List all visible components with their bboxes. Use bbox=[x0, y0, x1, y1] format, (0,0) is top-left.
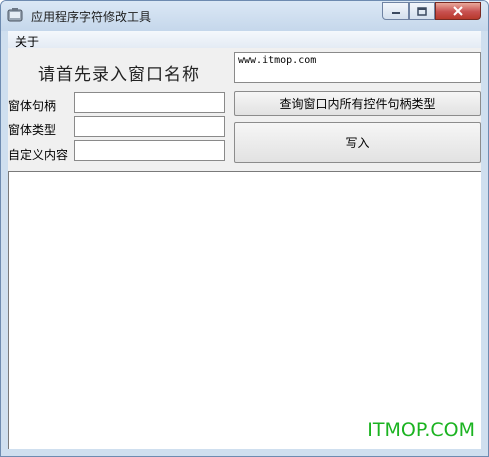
site-watermark: ITMOP.COM bbox=[367, 419, 475, 441]
query-controls-button[interactable]: 查询窗口内所有控件句柄类型 bbox=[234, 91, 481, 116]
write-button[interactable]: 写入 bbox=[234, 122, 481, 163]
maximize-button[interactable] bbox=[409, 2, 435, 20]
minimize-button[interactable] bbox=[382, 2, 409, 20]
app-icon bbox=[7, 8, 23, 22]
handle-label: 窗体句柄 bbox=[8, 99, 57, 113]
close-button[interactable] bbox=[435, 2, 481, 20]
custom-content-input[interactable] bbox=[74, 140, 225, 161]
instruction-heading: 请首先录入窗口名称 bbox=[38, 65, 200, 85]
app-window: 应用程序字符修改工具 关于 请首先录入窗口名称 www.itmop.com 窗体… bbox=[0, 0, 489, 457]
type-input[interactable] bbox=[74, 116, 225, 137]
menu-bar: 关于 bbox=[8, 31, 481, 49]
minimize-icon bbox=[391, 12, 400, 14]
window-title: 应用程序字符修改工具 bbox=[31, 10, 152, 24]
title-bar[interactable]: 应用程序字符修改工具 bbox=[1, 1, 488, 31]
window-name-input[interactable]: www.itmop.com bbox=[234, 52, 481, 83]
output-textarea[interactable] bbox=[8, 171, 481, 449]
type-label: 窗体类型 bbox=[8, 123, 57, 137]
client-area: 请首先录入窗口名称 www.itmop.com 窗体句柄 窗体类型 自定义内容 … bbox=[8, 48, 481, 449]
close-icon bbox=[453, 6, 463, 16]
maximize-icon bbox=[417, 6, 427, 16]
handle-input[interactable] bbox=[74, 92, 225, 113]
custom-content-label: 自定义内容 bbox=[8, 148, 69, 162]
